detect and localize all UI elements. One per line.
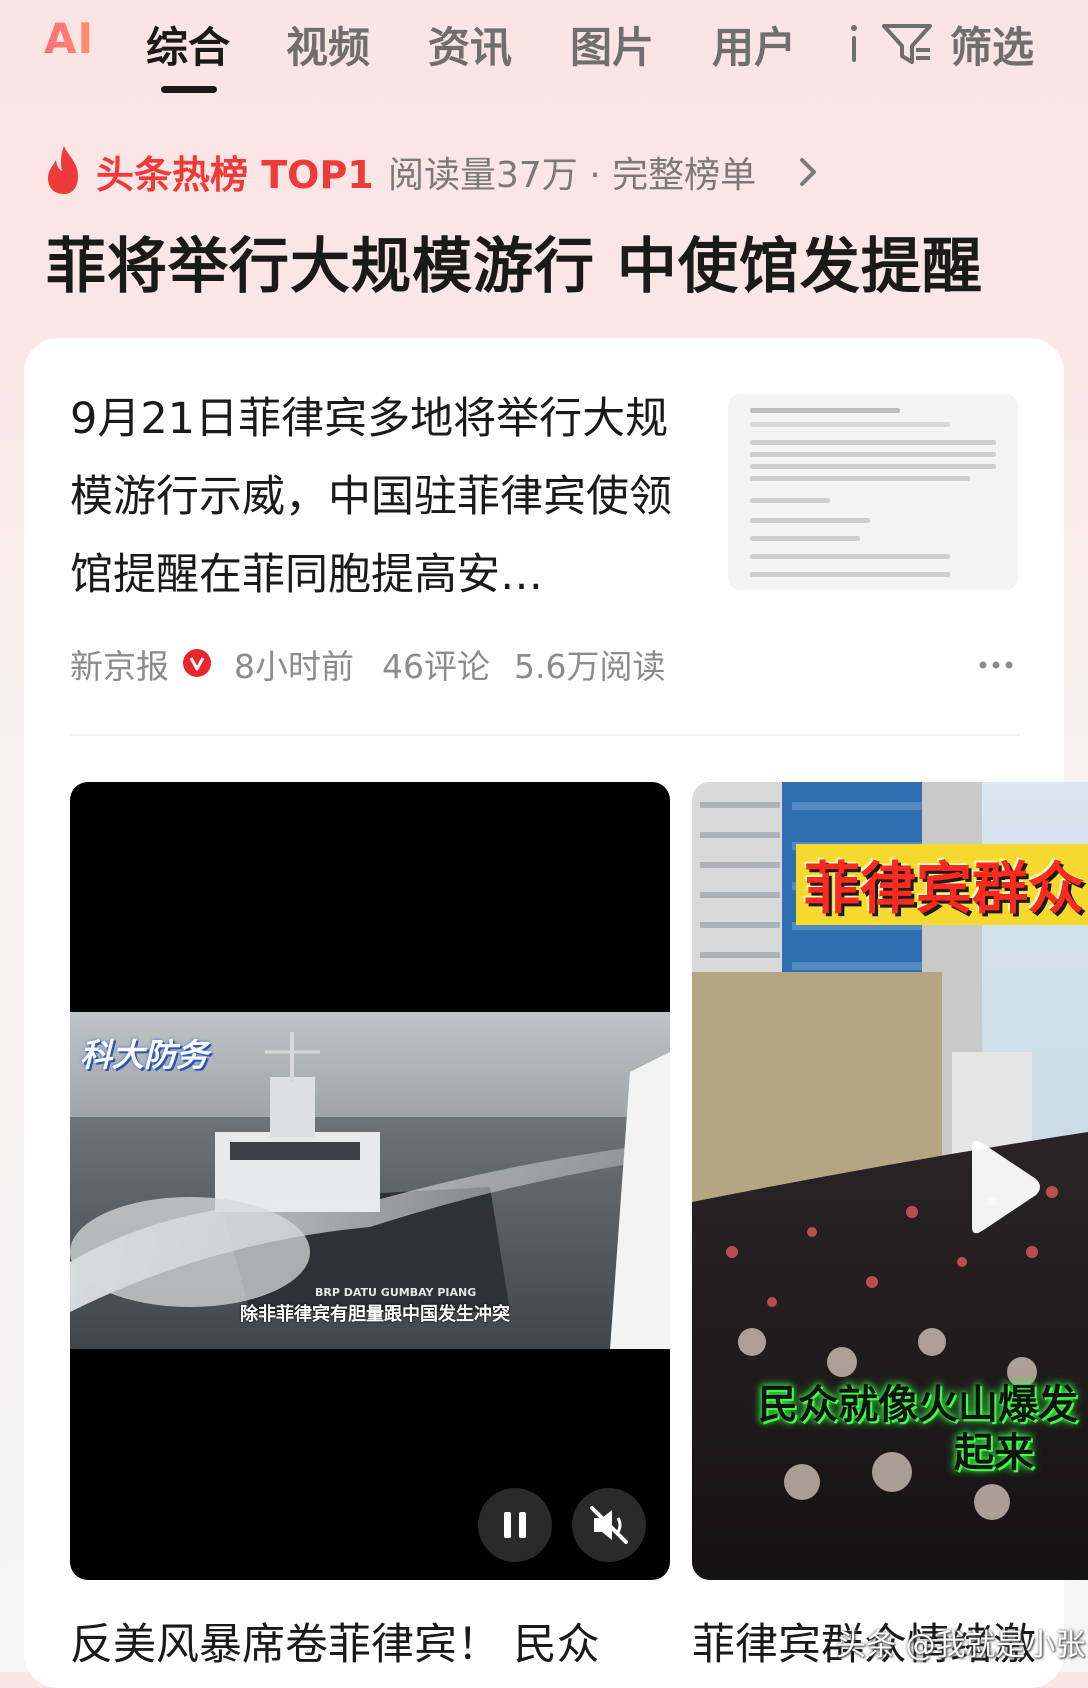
chevron-right-icon[interactable] [798, 156, 818, 188]
more-options-icon[interactable] [978, 660, 1014, 670]
article-title[interactable]: 9月21日菲律宾多地将举行大规模游行示威，中国驻菲律宾使领馆提醒在菲同胞提高安… [70, 380, 680, 614]
ship-hull-text: BRP DATU GUMBAY PIANG [315, 1286, 477, 1299]
active-tab-indicator [161, 86, 217, 93]
article-source[interactable]: 新京报 [70, 640, 169, 688]
play-icon[interactable] [962, 1137, 1042, 1237]
tab-users[interactable]: 用户 [712, 14, 796, 75]
channel-logo: 科大防务 [80, 1036, 209, 1074]
hot-headline[interactable]: 菲将举行大规模游行 中使馆发提醒 [46, 218, 983, 305]
hot-list-meta[interactable]: 阅读量37万 · 完整榜单 [388, 146, 756, 198]
video-caption-line2: 起来 [954, 1430, 1034, 1476]
video-player-main[interactable]: 科大防务 BRP DATU GUMBAY PIANG 除非菲律宾有胆量跟中国发生… [70, 782, 670, 1580]
video-subtitle: 除非菲律宾有胆量跟中国发生冲突 [240, 1304, 510, 1325]
article-thumbnail[interactable] [728, 394, 1018, 590]
filter-icon[interactable] [880, 20, 934, 66]
card-divider [70, 734, 1020, 736]
search-tab-bar: AI 综合 视频 资讯 图片 用户 筛选 [0, 0, 1088, 96]
video-overlay-title: 菲律宾群众 [796, 844, 1088, 925]
tab-images[interactable]: 图片 [570, 14, 654, 75]
video-player-side[interactable]: 菲律宾群众 民众就像火山爆发 起来 [692, 782, 1088, 1580]
flame-icon [48, 146, 78, 194]
source-watermark: 头条 @我就是小张 [836, 1628, 1086, 1663]
tab-overflow-icon[interactable] [850, 22, 858, 64]
verified-icon [183, 649, 211, 677]
article-time: 8小时前 [234, 647, 354, 686]
mute-button[interactable] [572, 1488, 646, 1562]
video-title-main[interactable]: 反美风暴席卷菲律宾！ 民众 [70, 1610, 600, 1672]
muted-speaker-icon [590, 1506, 628, 1544]
hot-list-label[interactable]: 头条热榜 TOP1 [96, 144, 374, 199]
article-reads: 5.6万阅读 [514, 647, 666, 686]
ai-tab[interactable]: AI [44, 14, 94, 63]
pause-button[interactable] [478, 1488, 552, 1562]
tab-news[interactable]: 资讯 [428, 14, 512, 75]
tab-comprehensive[interactable]: 综合 [146, 14, 230, 75]
article-comments[interactable]: 46评论 [382, 640, 490, 688]
tab-video[interactable]: 视频 [286, 14, 370, 75]
filter-button[interactable]: 筛选 [950, 14, 1034, 75]
pause-icon [504, 1512, 526, 1538]
